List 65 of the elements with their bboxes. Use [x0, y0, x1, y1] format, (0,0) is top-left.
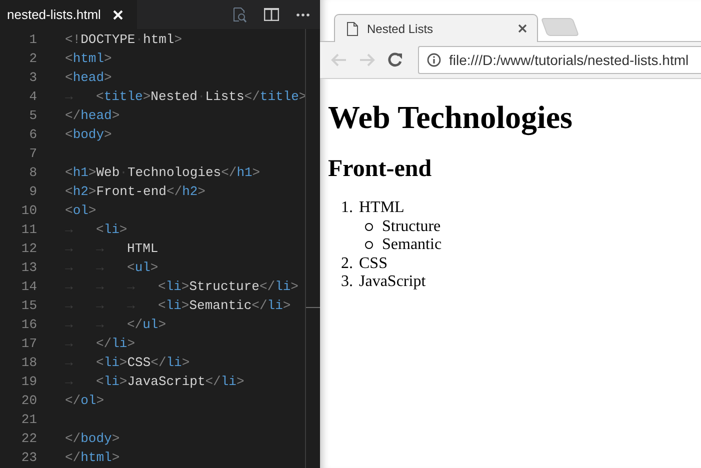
line-number: 18: [20, 355, 37, 370]
code-line: </html>: [65, 450, 120, 465]
list-bullet: [365, 222, 373, 231]
code-line: <head>: [65, 70, 112, 85]
code-line: </head>: [65, 108, 120, 123]
line-number: 5: [28, 108, 37, 123]
line-number: 21: [20, 412, 37, 427]
list-number: 2.: [341, 254, 354, 273]
line-number: 16: [20, 317, 37, 332]
list-item-text: HTML: [359, 199, 404, 216]
line-number: 22: [20, 431, 37, 446]
browser-tab[interactable]: Nested Lists: [334, 14, 538, 42]
line-number: 1: [28, 32, 37, 47]
list-number: 1.: [341, 199, 354, 218]
reload-icon[interactable]: [387, 52, 403, 68]
search-file-icon[interactable]: [231, 6, 247, 22]
line-number: 23: [20, 450, 37, 465]
line-number: 11: [20, 222, 37, 237]
page-subheading: Front-end: [328, 156, 433, 183]
line-number: 4: [28, 89, 37, 104]
code-line: → <li>CSS</li>: [65, 355, 190, 370]
code-line: <body>: [65, 127, 112, 142]
line-number: 2: [28, 51, 37, 66]
line-number: 7: [28, 146, 37, 161]
line-number: 10: [20, 203, 37, 218]
list-bullet: [365, 241, 373, 250]
list-item-text: Structure: [382, 218, 441, 234]
close-icon[interactable]: [518, 24, 527, 33]
list-number: 3.: [341, 273, 354, 292]
code-line: → → <ul>: [65, 260, 158, 275]
code-line: → → → <li>Semantic</li>: [65, 298, 291, 313]
line-number: 15: [20, 298, 37, 313]
code-line: <ol>: [65, 203, 96, 218]
line-number: 13: [20, 260, 37, 275]
line-number: 19: [20, 374, 37, 389]
code-line: </ol>: [65, 393, 104, 408]
line-number: 9: [28, 184, 37, 199]
address-bar[interactable]: file:///D:/www/tutorials/nested-lists.html: [418, 46, 701, 74]
line-number: 12: [20, 241, 37, 256]
code-line: <!DOCTYPE·html>: [65, 32, 182, 47]
line-number: 3: [28, 70, 37, 85]
code-line: <h2>Front-end</h2>: [65, 184, 206, 199]
line-number: 8: [28, 165, 37, 180]
list-item-text: JavaScript: [359, 273, 426, 290]
editor-tab[interactable]: nested-lists.html: [0, 0, 137, 29]
code-line: → <li>: [65, 222, 128, 237]
code-line: → </li>: [65, 336, 136, 351]
code-line: <h1>Web·Technologies</h1>: [65, 165, 260, 180]
code-line: → → → <li>Structure</li>: [65, 279, 298, 294]
line-number: 17: [20, 336, 37, 351]
line-number: 6: [28, 127, 37, 142]
page-heading: Web Technologies: [328, 99, 574, 136]
more-icon[interactable]: [296, 12, 310, 16]
code-line: → <li>JavaScript</li>: [65, 374, 244, 389]
document-icon: [347, 22, 358, 36]
split-editor-icon[interactable]: [264, 8, 279, 21]
code-line: → → HTML: [65, 241, 158, 256]
list-item-text: CSS: [359, 254, 388, 272]
list-item-text: Semantic: [382, 236, 442, 253]
code-line: → → </ul>: [65, 317, 166, 332]
line-number: 20: [20, 393, 37, 408]
code-line: </body>: [65, 431, 120, 446]
info-icon[interactable]: [427, 53, 441, 67]
line-number: 14: [20, 279, 37, 294]
code-line: <html>: [65, 51, 112, 66]
